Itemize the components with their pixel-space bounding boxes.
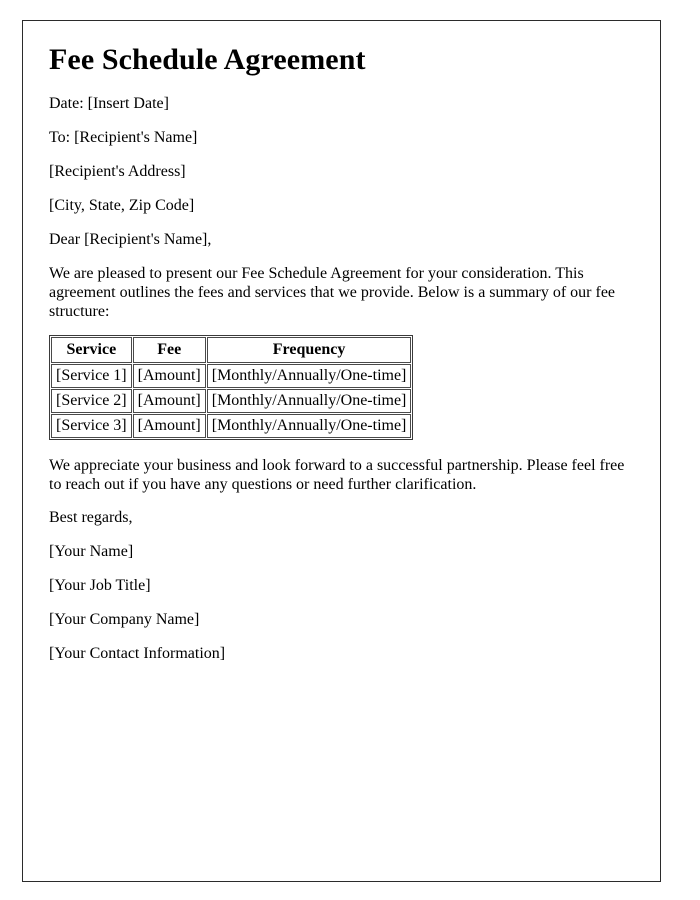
cell-fee: [Amount] xyxy=(132,389,206,413)
table-row: [Service 1] [Amount] [Monthly/Annually/O… xyxy=(51,364,412,388)
intro-paragraph: We are pleased to present our Fee Schedu… xyxy=(49,265,616,320)
recipient-address-line: [Recipient's Address] xyxy=(49,163,186,180)
fee-table-body: [Service 1] [Amount] [Monthly/Annually/O… xyxy=(51,364,412,438)
cell-fee: [Amount] xyxy=(132,364,206,388)
column-header-service: Service xyxy=(51,337,132,363)
document-page: Fee Schedule Agreement Date: [Insert Dat… xyxy=(22,20,661,882)
table-header-row: Service Fee Frequency xyxy=(51,337,412,363)
table-row: [Service 3] [Amount] [Monthly/Annually/O… xyxy=(51,414,412,438)
cell-service: [Service 3] xyxy=(51,414,132,438)
fee-table-header: Service Fee Frequency xyxy=(51,337,412,363)
column-header-frequency: Frequency xyxy=(206,337,412,363)
closing-paragraph: We appreciate your business and look for… xyxy=(49,457,625,493)
salutation-line: Dear [Recipient's Name], xyxy=(49,231,212,248)
your-name-line: [Your Name] xyxy=(49,543,134,560)
fee-schedule-table: Service Fee Frequency [Service 1] [Amoun… xyxy=(49,335,414,440)
date-line: Date: [Insert Date] xyxy=(49,95,169,112)
cell-fee: [Amount] xyxy=(132,414,206,438)
cell-frequency: [Monthly/Annually/One-time] xyxy=(206,414,412,438)
your-job-title-line: [Your Job Title] xyxy=(49,577,151,594)
recipient-name-line: To: [Recipient's Name] xyxy=(49,129,198,146)
recipient-city-state-zip-line: [City, State, Zip Code] xyxy=(49,197,195,214)
column-header-fee: Fee xyxy=(132,337,206,363)
valediction-line: Best regards, xyxy=(49,509,133,526)
your-company-name-line: [Your Company Name] xyxy=(49,611,200,628)
page-title: Fee Schedule Agreement xyxy=(49,43,366,76)
table-row: [Service 2] [Amount] [Monthly/Annually/O… xyxy=(51,389,412,413)
cell-service: [Service 1] xyxy=(51,364,132,388)
document-body: Fee Schedule Agreement Date: [Insert Dat… xyxy=(49,43,634,678)
cell-service: [Service 2] xyxy=(51,389,132,413)
cell-frequency: [Monthly/Annually/One-time] xyxy=(206,364,412,388)
your-contact-information-line: [Your Contact Information] xyxy=(49,645,226,662)
cell-frequency: [Monthly/Annually/One-time] xyxy=(206,389,412,413)
